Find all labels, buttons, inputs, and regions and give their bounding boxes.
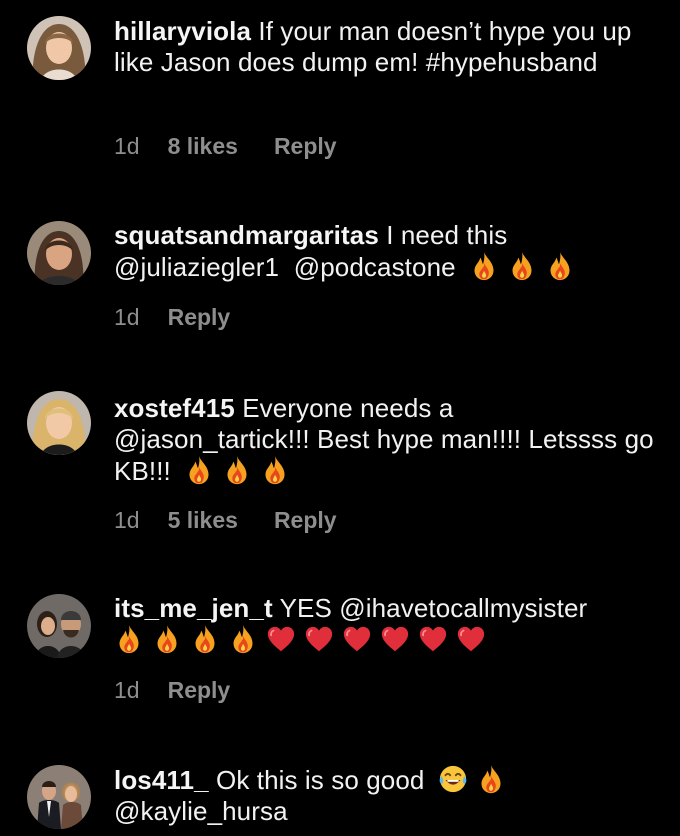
comment-mention[interactable]: @jason_tartick bbox=[114, 424, 288, 454]
comment-body: los411_ Ok this is so good @kaylie_hursa bbox=[114, 764, 660, 827]
heart-icon bbox=[342, 624, 372, 654]
reply-button[interactable]: Reply bbox=[168, 677, 231, 704]
fire-icon bbox=[260, 455, 290, 485]
heart-icon bbox=[304, 624, 334, 654]
comment-username[interactable]: los411_ bbox=[114, 765, 209, 795]
comment-time: 1d bbox=[114, 304, 140, 330]
heart-icon bbox=[418, 624, 448, 654]
comment-time: 1d bbox=[114, 133, 140, 159]
fire-icon bbox=[469, 251, 499, 281]
comment-username[interactable]: squatsandmargaritas bbox=[114, 220, 379, 250]
heart-icon bbox=[266, 624, 296, 654]
reply-button[interactable]: Reply bbox=[168, 304, 231, 331]
comment-text: Everyone needs a bbox=[242, 393, 454, 423]
comment-time: 1d bbox=[114, 507, 140, 533]
fire-icon bbox=[222, 455, 252, 485]
fire-icon bbox=[507, 251, 537, 281]
fire-icon bbox=[114, 624, 144, 654]
comment-meta: 1d Reply bbox=[114, 677, 230, 704]
comment-text: I need this bbox=[386, 220, 508, 250]
comment-text: YES bbox=[279, 593, 332, 623]
fire-icon bbox=[152, 624, 182, 654]
avatar[interactable] bbox=[27, 221, 91, 285]
comments-screen: { "comments": [ { "username": "hillaryvi… bbox=[0, 0, 680, 836]
comment-username[interactable]: hillaryviola bbox=[114, 16, 251, 46]
fire-icon bbox=[228, 624, 258, 654]
comment-body: squatsandmargaritas I need this @juliazi… bbox=[114, 220, 660, 283]
comment-username[interactable]: xostef415 bbox=[114, 393, 235, 423]
comment-mention[interactable]: @podcastone bbox=[294, 252, 456, 282]
comment-username[interactable]: its_me_jen_t bbox=[114, 593, 273, 623]
laughing-icon bbox=[438, 764, 468, 794]
fire-icon bbox=[190, 624, 220, 654]
reply-button[interactable]: Reply bbox=[274, 507, 337, 534]
avatar[interactable] bbox=[27, 765, 91, 829]
comment-meta: 1d 5 likes Reply bbox=[114, 507, 337, 534]
fire-icon bbox=[545, 251, 575, 281]
comment-mention[interactable]: @ihavetocallmysister bbox=[339, 593, 587, 623]
comment-body: xostef415 Everyone needs a @jason_tartic… bbox=[114, 393, 660, 487]
comment-mention[interactable]: @kaylie_hursa bbox=[114, 796, 288, 826]
heart-icon bbox=[380, 624, 410, 654]
fire-icon bbox=[184, 455, 214, 485]
comment-text: Ok this is so good bbox=[216, 765, 425, 795]
comment-body: its_me_jen_t YES @ihavetocallmysister bbox=[114, 593, 660, 656]
comment-mention[interactable]: @juliaziegler1 bbox=[114, 252, 279, 282]
avatar[interactable] bbox=[27, 594, 91, 658]
fire-icon bbox=[476, 764, 506, 794]
comment-body: hillaryviola If your man doesn’t hype yo… bbox=[114, 16, 660, 78]
comment-meta: 1d Reply bbox=[114, 304, 230, 331]
comment-likes[interactable]: 5 likes bbox=[168, 507, 238, 534]
comment-time: 1d bbox=[114, 677, 140, 703]
comment-meta: 1d 8 likes Reply bbox=[114, 133, 337, 160]
heart-icon bbox=[456, 624, 486, 654]
comment-likes[interactable]: 8 likes bbox=[168, 133, 238, 160]
avatar[interactable] bbox=[27, 391, 91, 455]
reply-button[interactable]: Reply bbox=[274, 133, 337, 160]
avatar[interactable] bbox=[27, 16, 91, 80]
